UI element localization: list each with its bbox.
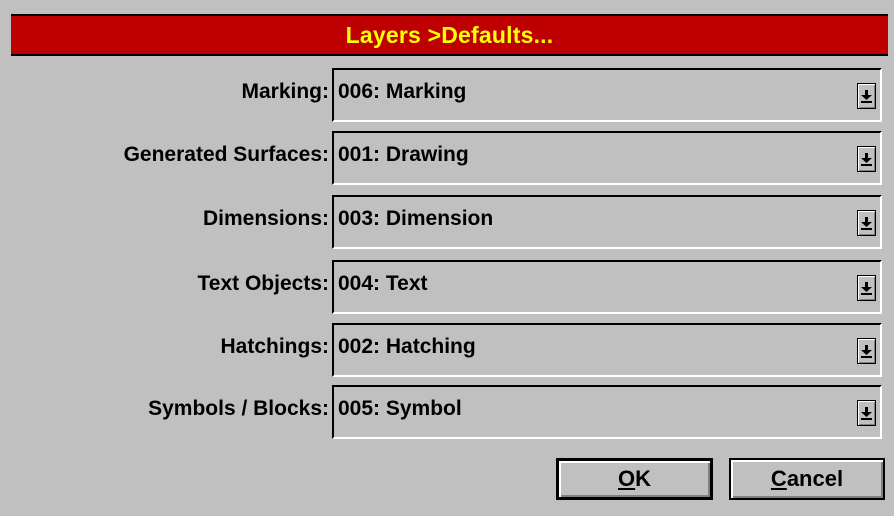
- dropdown-arrow-icon: [861, 282, 872, 295]
- text-objects-dropdown-button[interactable]: [857, 275, 876, 301]
- title-bar: Layers >Defaults...: [11, 14, 888, 56]
- text-objects-select[interactable]: 004: Text: [332, 260, 882, 314]
- field-row-hatchings: Hatchings: 002: Hatching: [0, 323, 894, 377]
- layers-defaults-dialog: Layers >Defaults... Marking: 006: Markin…: [0, 0, 894, 516]
- field-row-generated-surfaces: Generated Surfaces: 001: Drawing: [0, 131, 894, 185]
- symbols-blocks-value: 005: Symbol: [338, 397, 462, 420]
- hatchings-value: 002: Hatching: [338, 335, 476, 358]
- hatchings-dropdown-button[interactable]: [857, 338, 876, 364]
- ok-mnemonic: O: [617, 466, 636, 491]
- dropdown-arrow-icon: [861, 217, 872, 230]
- dimensions-select[interactable]: 003: Dimension: [332, 195, 882, 249]
- text-objects-value: 004: Text: [338, 272, 428, 295]
- dimensions-dropdown-button[interactable]: [857, 210, 876, 236]
- dropdown-arrow-icon: [861, 345, 872, 358]
- generated-surfaces-dropdown-button[interactable]: [857, 146, 876, 172]
- field-row-symbols-blocks: Symbols / Blocks: 005: Symbol: [0, 385, 894, 439]
- dialog-title: Layers >Defaults...: [345, 21, 554, 48]
- field-row-dimensions: Dimensions: 003: Dimension: [0, 195, 894, 249]
- dimensions-value: 003: Dimension: [338, 207, 494, 230]
- marking-select[interactable]: 006: Marking: [332, 68, 882, 122]
- hatchings-select[interactable]: 002: Hatching: [332, 323, 882, 377]
- cancel-label-rest: ancel: [786, 466, 844, 491]
- dropdown-arrow-icon: [861, 90, 872, 103]
- text-objects-label: Text Objects:: [197, 272, 329, 295]
- cancel-mnemonic: C: [770, 466, 787, 491]
- symbols-blocks-label: Symbols / Blocks:: [148, 397, 329, 420]
- generated-surfaces-label: Generated Surfaces:: [123, 143, 329, 166]
- marking-label: Marking:: [241, 80, 329, 103]
- ok-button[interactable]: OK: [556, 458, 713, 500]
- dimensions-label: Dimensions:: [202, 207, 329, 230]
- generated-surfaces-value: 001: Drawing: [338, 143, 469, 166]
- symbols-blocks-dropdown-button[interactable]: [857, 400, 876, 426]
- ok-label-rest: K: [635, 466, 651, 491]
- generated-surfaces-select[interactable]: 001: Drawing: [332, 131, 882, 185]
- hatchings-label: Hatchings:: [220, 335, 329, 358]
- field-row-marking: Marking: 006: Marking: [0, 68, 894, 122]
- symbols-blocks-select[interactable]: 005: Symbol: [332, 385, 882, 439]
- marking-dropdown-button[interactable]: [857, 83, 876, 109]
- marking-value: 006: Marking: [338, 80, 467, 103]
- dropdown-arrow-icon: [861, 407, 872, 420]
- field-row-text-objects: Text Objects: 004: Text: [0, 260, 894, 314]
- cancel-button[interactable]: Cancel: [729, 458, 885, 500]
- dropdown-arrow-icon: [861, 153, 872, 166]
